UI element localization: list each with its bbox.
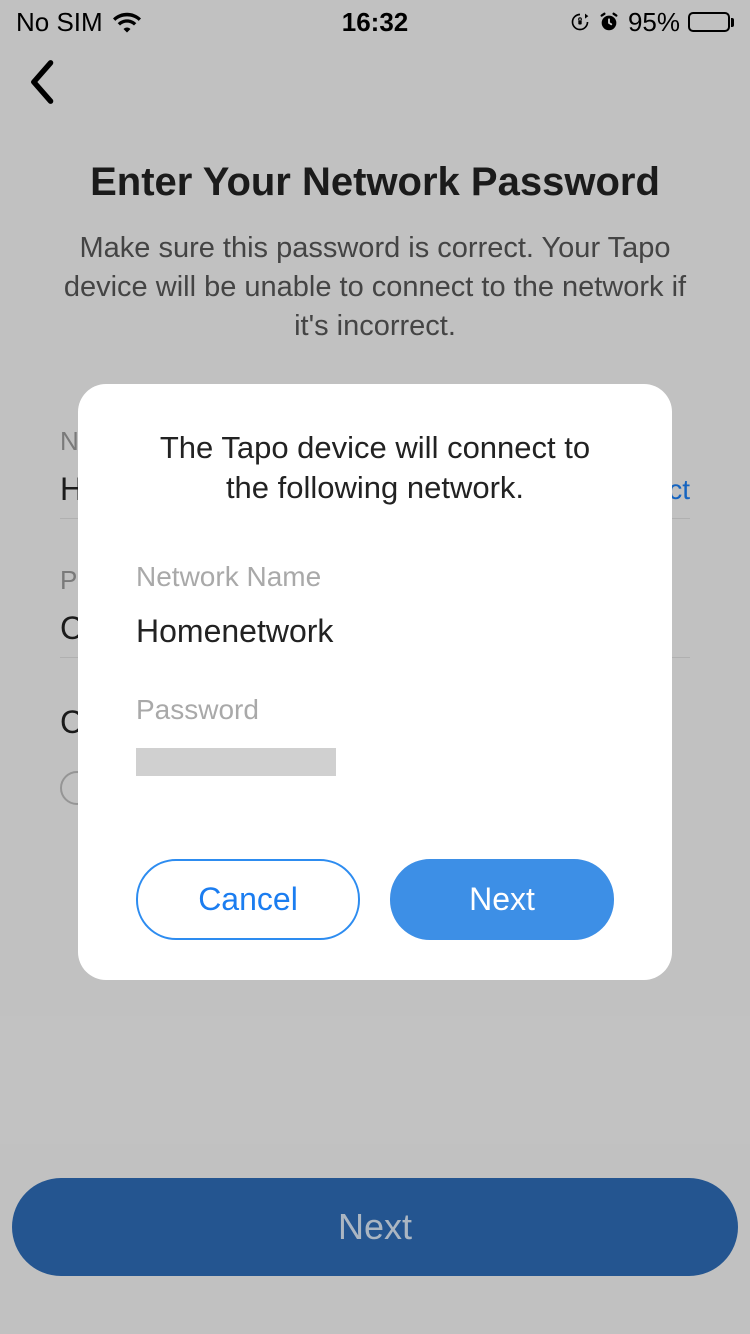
dialog-network-label: Network Name [136,561,614,593]
dialog-password-label: Password [136,694,614,726]
cancel-button[interactable]: Cancel [136,859,360,940]
dialog-button-row: Cancel Next [136,859,614,940]
modal-overlay: The Tapo device will connect to the foll… [0,0,750,1334]
dialog-title: The Tapo device will connect to the foll… [136,428,614,509]
password-redacted [136,748,336,776]
next-button[interactable]: Next [390,859,614,940]
dialog-network-value: Homenetwork [136,613,614,650]
dialog-password-value [136,726,614,781]
confirm-network-dialog: The Tapo device will connect to the foll… [78,384,672,980]
